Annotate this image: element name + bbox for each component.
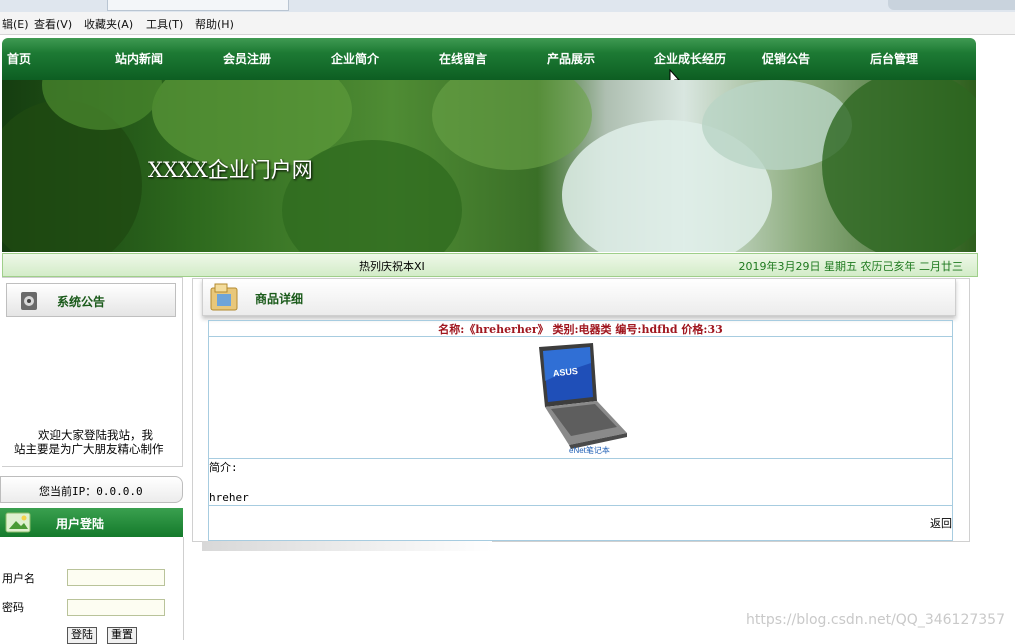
ip-address: 您当前IP：0.0.0.0 [39,485,143,498]
nav-history[interactable]: 企业成长经历 [654,50,726,67]
current-date: 2019年3月29日 星期五 农历己亥年 二月廿三 [738,260,963,273]
marquee-bar: 热列庆祝本XI 2019年3月29日 星期五 农历己亥年 二月廿三 [2,253,978,277]
shadow-bar [202,541,492,551]
notice-title: 系统公告 [57,295,106,309]
main-navigation: 首页 站内新闻 会员注册 企业简介 在线留言 产品展示 企业成长经历 促销公告 … [2,38,976,80]
login-header: 用户登陆 [0,508,183,537]
marquee-text: 热列庆祝本XI [359,260,425,273]
nav-products[interactable]: 产品展示 [547,50,595,67]
login-button[interactable]: 登陆 [67,627,97,644]
menu-tools[interactable]: 工具(T) [146,16,183,32]
product-table: 名称:《hreherher》 类别:电器类 编号:hdfhd 价格:33 ASU… [208,320,953,541]
source-watermark: https://blog.csdn.net/QQ_346127357 [746,612,1005,628]
menu-favorites[interactable]: 收藏夹(A) [84,16,133,32]
login-title: 用户登陆 [56,517,105,531]
folder-icon [210,283,238,311]
nav-admin[interactable]: 后台管理 [870,50,918,67]
nav-promotions[interactable]: 促销公告 [762,50,810,67]
notice-header: 系统公告 [6,283,176,317]
speaker-icon [21,292,37,310]
product-section-title: 商品详细 [255,292,304,306]
nav-guestbook[interactable]: 在线留言 [439,50,487,67]
banner-image: XXXX企业门户网 [2,80,976,252]
notice-content: 欢迎大家登陆我站，我 站主要是为广大朋友精心制作 [14,428,178,456]
nav-register[interactable]: 会员注册 [223,50,271,67]
username-label: 用户名 [2,572,35,585]
window-controls[interactable] [888,0,1015,10]
reset-button[interactable]: 重置 [107,627,137,644]
browser-menu-bar: 辑(E) 查看(V) 收藏夹(A) 工具(T) 帮助(H) [0,12,1015,35]
login-form: 用户名 密码 登陆 重置 [0,537,184,644]
notice-panel: 系统公告 欢迎大家登陆我站，我 站主要是为广大朋友精心制作 [2,277,183,467]
photo-icon [5,512,31,533]
image-watermark: eNet笔记本 [569,445,610,455]
password-input[interactable] [67,599,165,616]
password-label: 密码 [2,601,24,614]
site-title: XXXX企业门户网 [148,158,313,182]
intro-text: hreher [209,491,249,504]
browser-tab[interactable] [107,0,289,11]
back-link[interactable]: 返回 [930,515,952,531]
nav-news[interactable]: 站内新闻 [115,50,163,67]
ip-panel: 您当前IP：0.0.0.0 [0,476,183,503]
nav-home[interactable]: 首页 [7,50,31,67]
browser-tab-strip [0,0,1015,12]
nav-about[interactable]: 企业简介 [331,50,379,67]
username-input[interactable] [67,569,165,586]
menu-edit[interactable]: 辑(E) [2,16,29,32]
notice-line-2: 站主要是为广大朋友精心制作 [14,442,164,456]
product-image: ASUS eNet笔记本 [539,343,627,455]
notice-line-1: 欢迎大家登陆我站，我 [38,428,153,442]
product-summary: 名称:《hreherher》 类别:电器类 编号:hdfhd 价格:33 [438,323,723,336]
product-detail-header: 商品详细 [202,278,956,316]
menu-view[interactable]: 查看(V) [34,16,72,32]
intro-label: 简介: [209,461,238,474]
menu-help[interactable]: 帮助(H) [195,16,234,32]
